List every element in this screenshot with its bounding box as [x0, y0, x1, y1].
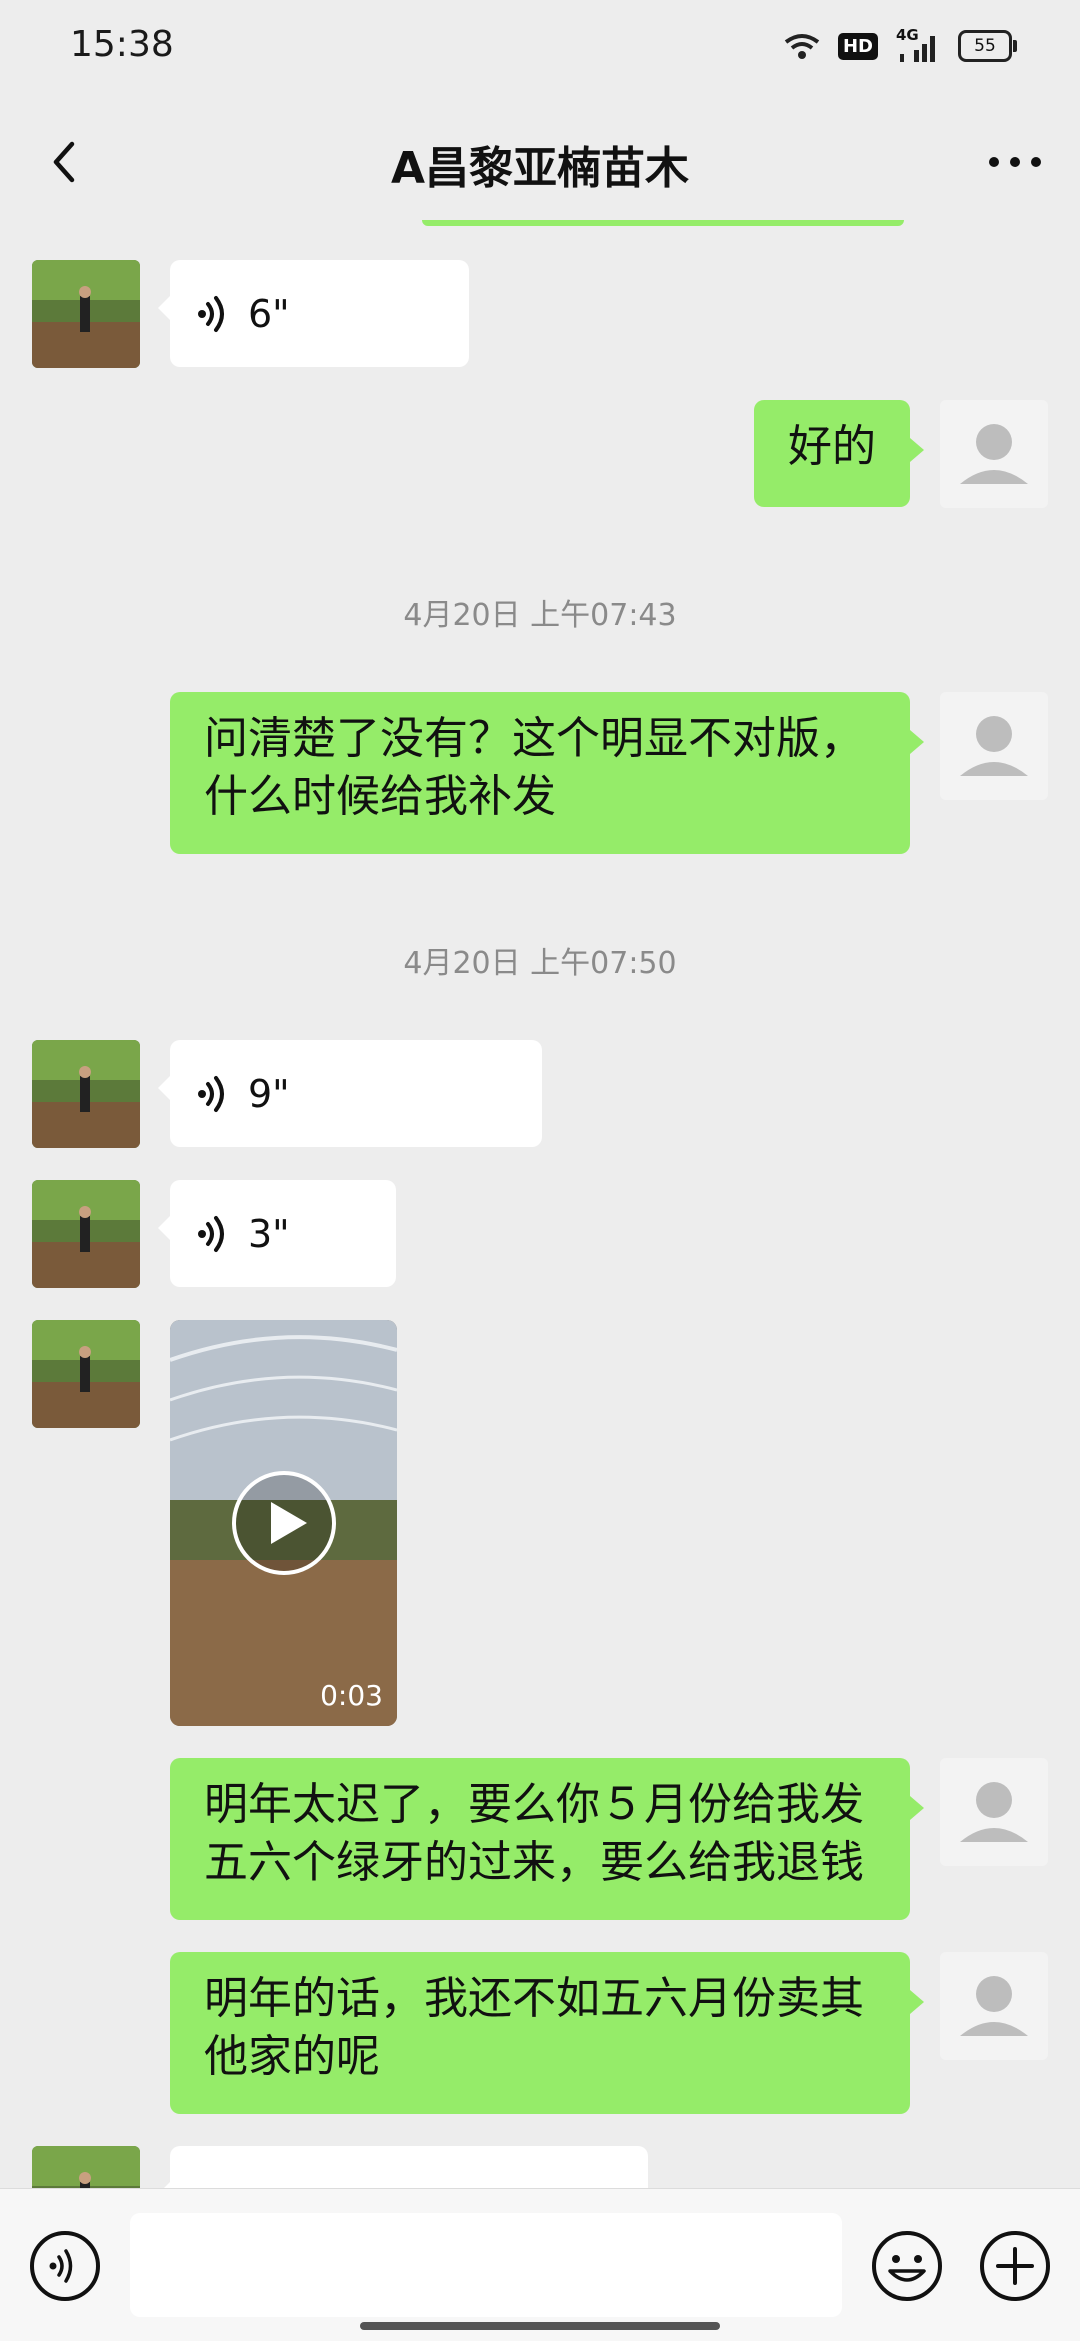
- voice-message[interactable]: 9": [158, 1040, 542, 1147]
- emoji-icon[interactable]: [870, 2229, 944, 2303]
- contact-avatar[interactable]: [32, 1040, 140, 1148]
- text-message[interactable]: 明年的话，我还不如五六月份卖其 他家的呢: [170, 1952, 924, 2114]
- text-message[interactable]: 问清楚了没有？这个明显不对版， 什么时候给我补发: [170, 692, 924, 854]
- video-message[interactable]: 0:03: [170, 1320, 397, 1726]
- message-line: 好的: [788, 421, 876, 472]
- contact-avatar[interactable]: [32, 1180, 140, 1288]
- video-duration: 0:03: [320, 1679, 383, 1712]
- battery-icon: 55: [958, 30, 1017, 62]
- my-avatar[interactable]: [940, 400, 1048, 508]
- status-icons: HD 4G 55: [782, 26, 1017, 64]
- message-line: 明年的话，我还不如五六月份卖其: [204, 1973, 864, 2024]
- chat-header: A昌黎亚楠苗木: [0, 92, 1080, 232]
- signal-icon: 4G: [894, 26, 942, 64]
- voice-wave-icon: [198, 295, 224, 332]
- my-avatar[interactable]: [940, 692, 1048, 800]
- status-bar: 15:38 HD 4G 55: [0, 0, 1080, 92]
- voice-wave-icon: [198, 1215, 224, 1252]
- network-type: 4G: [896, 26, 919, 44]
- text-message[interactable]: 好的: [754, 400, 924, 507]
- home-indicator: [360, 2322, 720, 2330]
- input-bar: [0, 2188, 1080, 2341]
- chat-title: A昌黎亚楠苗木: [390, 143, 690, 194]
- partial-message[interactable]: [158, 2146, 648, 2188]
- hd-badge: HD: [837, 32, 878, 60]
- voice-message[interactable]: 3": [158, 1180, 396, 1287]
- voice-wave-icon: [198, 1075, 224, 1112]
- plus-icon[interactable]: [978, 2229, 1052, 2303]
- more-dots-icon[interactable]: [980, 132, 1050, 192]
- voice-mode-icon[interactable]: [28, 2229, 102, 2303]
- contact-avatar[interactable]: [32, 1320, 140, 1428]
- default-avatar-icon: [960, 424, 1028, 484]
- message-line: 问清楚了没有？这个明显不对版，: [204, 713, 864, 764]
- my-avatar[interactable]: [940, 1952, 1048, 2060]
- my-avatar[interactable]: [940, 1758, 1048, 1866]
- status-time: 15:38: [70, 24, 174, 65]
- default-avatar-icon: [960, 1976, 1028, 2036]
- voice-duration: 6": [248, 291, 290, 336]
- contact-avatar[interactable]: [32, 2146, 140, 2188]
- wifi-icon: [784, 34, 820, 59]
- message-input[interactable]: [130, 2213, 842, 2317]
- text-message[interactable]: 明年太迟了，要么你５月份给我发 五六个绿牙的过来，要么给我退钱: [170, 1758, 924, 1920]
- chat-area[interactable]: 6" 好的 4月20日 上午07:43 问清楚了没有？这个明显不对版， 什么时候…: [0, 220, 1080, 2188]
- contact-avatar[interactable]: [32, 260, 140, 368]
- previous-bubble-edge: [422, 220, 904, 226]
- default-avatar-icon: [960, 1782, 1028, 1842]
- message-line: 五六个绿牙的过来，要么给我退钱: [204, 1837, 864, 1888]
- timestamp: 4月20日 上午07:50: [403, 946, 677, 981]
- message-line: 什么时候给我补发: [204, 771, 556, 822]
- play-icon[interactable]: [231, 1470, 337, 1576]
- voice-duration: 9": [248, 1071, 290, 1116]
- message-line: 他家的呢: [204, 2031, 380, 2082]
- battery-level: 55: [974, 36, 996, 56]
- voice-message[interactable]: 6": [158, 260, 469, 367]
- message-line: 明年太迟了，要么你５月份给我发: [204, 1779, 864, 1830]
- default-avatar-icon: [960, 716, 1028, 776]
- voice-duration: 3": [248, 1211, 290, 1256]
- timestamp: 4月20日 上午07:43: [403, 598, 677, 633]
